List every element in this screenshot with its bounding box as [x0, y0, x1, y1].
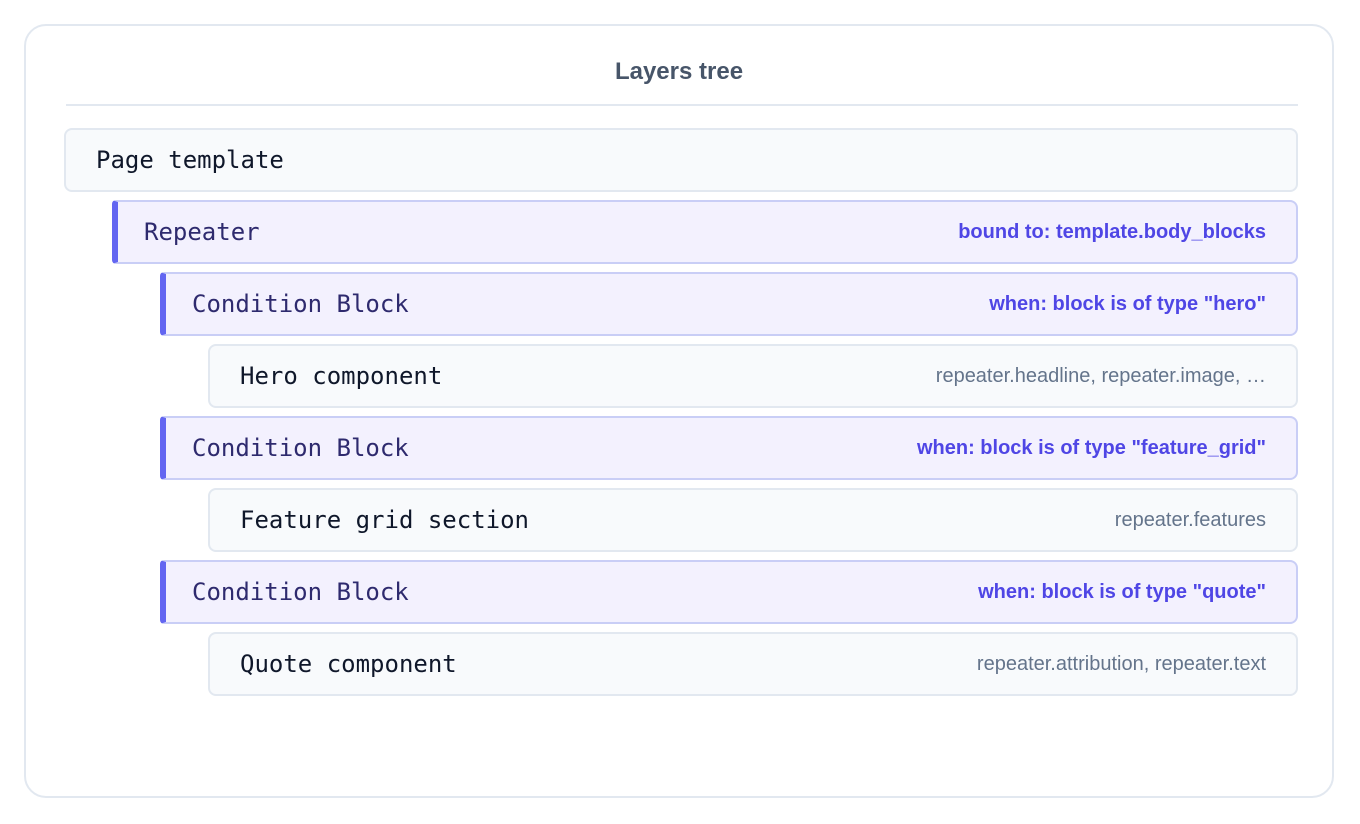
- node-bindings: repeater.headline, repeater.image, …: [935, 364, 1266, 387]
- node-label: Hero component: [240, 362, 443, 390]
- node-label: Feature grid section: [240, 506, 529, 534]
- node-binding: bound to: template.body_blocks: [958, 220, 1266, 243]
- node-label: Condition Block: [192, 290, 409, 318]
- tree-node-condition-feature-grid[interactable]: Condition Block when: block is of type "…: [160, 416, 1298, 480]
- tree-node-condition-quote[interactable]: Condition Block when: block is of type "…: [160, 560, 1298, 624]
- node-bindings: repeater.features: [1114, 508, 1266, 531]
- node-label: Repeater: [144, 218, 260, 246]
- tree-node-feature-grid-section[interactable]: Feature grid section repeater.features: [208, 488, 1298, 552]
- node-condition: when: block is of type "hero": [989, 292, 1266, 315]
- title-divider: [66, 104, 1298, 106]
- node-label: Quote component: [240, 650, 457, 678]
- panel-title: Layers tree: [614, 58, 744, 85]
- node-label: Condition Block: [192, 434, 409, 462]
- tree-node-hero-component[interactable]: Hero component repeater.headline, repeat…: [208, 344, 1298, 408]
- tree-node-page-template[interactable]: Page template: [64, 128, 1298, 192]
- node-condition: when: block is of type "quote": [978, 580, 1266, 603]
- node-condition: when: block is of type "feature_grid": [916, 436, 1266, 459]
- tree-node-quote-component[interactable]: Quote component repeater.attribution, re…: [208, 632, 1298, 696]
- tree-node-condition-hero[interactable]: Condition Block when: block is of type "…: [160, 272, 1298, 336]
- layers-tree-panel: Layers tree Page template Repeater bound…: [24, 24, 1334, 798]
- node-label: Condition Block: [192, 578, 409, 606]
- tree-node-repeater[interactable]: Repeater bound to: template.body_blocks: [112, 200, 1298, 264]
- node-bindings: repeater.attribution, repeater.text: [976, 652, 1266, 675]
- node-label: Page template: [96, 146, 284, 174]
